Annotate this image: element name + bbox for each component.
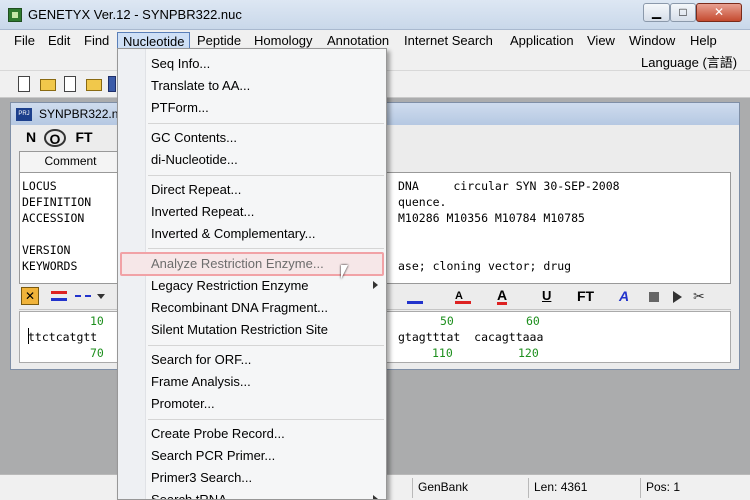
sequence-left: ttctcatgtt	[28, 330, 98, 344]
chevron-down-icon[interactable]	[97, 294, 105, 299]
swap-icon[interactable]	[51, 291, 67, 301]
app-icon	[8, 8, 22, 22]
ruler-label: 110	[432, 346, 453, 360]
text-line-right: DNA circular SYN 30-SEP-2008	[398, 179, 620, 193]
align-icon[interactable]	[407, 290, 423, 304]
menu-item-search-for-orf[interactable]: Search for ORF...	[118, 349, 386, 371]
menu-item-gc-contents[interactable]: GC Contents...	[118, 127, 386, 149]
line-style-icon[interactable]	[75, 295, 91, 299]
feature-icon[interactable]: FT	[577, 288, 594, 304]
menu-separator	[148, 123, 384, 124]
save-icon[interactable]	[108, 76, 116, 92]
ruler-label: 70	[90, 346, 104, 360]
menu-separator	[148, 419, 384, 420]
tab-comment[interactable]: Comment	[19, 151, 122, 172]
text-line-right: quence.	[398, 195, 447, 209]
menu-internet-search[interactable]: Internet Search	[399, 32, 498, 51]
open-recent-icon[interactable]	[86, 79, 102, 91]
new-file-icon[interactable]	[18, 76, 30, 92]
text-line: VERSION	[22, 243, 71, 257]
menu-item-search-pcr-primer[interactable]: Search PCR Primer...	[118, 445, 386, 467]
text-line-right: M10286 M10356 M10784 M10785	[398, 211, 585, 225]
menu-view[interactable]: View	[582, 32, 620, 51]
menu-item-translate-to-aa[interactable]: Translate to AA...	[118, 75, 386, 97]
ruler-label: 10	[90, 314, 104, 328]
open-folder-icon[interactable]	[40, 79, 56, 91]
menu-find[interactable]: Find	[79, 32, 114, 51]
menu-item-silent-mutation[interactable]: Silent Mutation Restriction Site	[118, 319, 386, 341]
ft-view-button[interactable]: FT	[71, 129, 97, 147]
menu-separator	[148, 345, 384, 346]
status-length: Len: 4361	[528, 478, 640, 498]
text-line: ACCESSION	[22, 211, 85, 225]
highlight-color-icon[interactable]: A	[455, 290, 471, 304]
n-view-button[interactable]: N	[21, 129, 41, 147]
menu-item-legacy-restriction-enzyme[interactable]: Legacy Restriction Enzyme	[118, 275, 386, 297]
menu-edit[interactable]: Edit	[43, 32, 75, 51]
menu-item-ptform[interactable]: PTForm...	[118, 97, 386, 119]
menu-item-direct-repeat[interactable]: Direct Repeat...	[118, 179, 386, 201]
document-icon: PRJ	[16, 108, 32, 121]
ruler-label: 50	[440, 314, 454, 328]
text-line: DEFINITION	[22, 195, 92, 209]
menu-help[interactable]: Help	[685, 32, 722, 51]
menu-item-primer3-search[interactable]: Primer3 Search...	[118, 467, 386, 489]
close-pane-icon[interactable]: ✕	[21, 287, 39, 305]
menu-separator	[148, 175, 384, 176]
tools-icon[interactable]: ✂	[693, 288, 705, 305]
sequence-right: gtagtttat cacagttaaa	[398, 330, 544, 344]
menu-item-di-nucleotide[interactable]: di-Nucleotide...	[118, 149, 386, 171]
menu-item-frame-analysis[interactable]: Frame Analysis...	[118, 371, 386, 393]
menu-item-inverted-complementary[interactable]: Inverted & Complementary...	[118, 223, 386, 245]
menu-item-seq-info[interactable]: Seq Info...	[118, 53, 386, 75]
status-position: Pos: 1	[640, 478, 748, 498]
stop-icon[interactable]	[649, 292, 659, 302]
maximize-button[interactable]: □	[670, 3, 696, 22]
menu-item-recombinant-dna-fragment[interactable]: Recombinant DNA Fragment...	[118, 297, 386, 319]
text-line: KEYWORDS	[22, 259, 78, 273]
play-icon[interactable]	[673, 291, 682, 303]
menu-separator	[148, 248, 384, 249]
italic-icon[interactable]: A	[619, 288, 629, 304]
o-view-button[interactable]: O	[44, 129, 66, 147]
language-selector[interactable]: Language (言語)	[641, 52, 737, 71]
menu-item-search-trna[interactable]: Search tRNA	[118, 489, 386, 499]
menu-application[interactable]: Application	[505, 32, 579, 51]
menu-window[interactable]: Window	[624, 32, 680, 51]
minimize-button[interactable]: ▁	[643, 3, 670, 22]
open-file-icon[interactable]	[64, 76, 76, 92]
status-format: GenBank	[412, 478, 528, 498]
underline-icon[interactable]: U	[542, 288, 551, 303]
window-title: GENETYX Ver.12 - SYNPBR322.nuc	[28, 7, 242, 22]
font-color-icon[interactable]: A	[497, 288, 508, 305]
title-bar: GENETYX Ver.12 - SYNPBR322.nuc ▁ □ ✕	[0, 0, 750, 30]
text-line: LOCUS	[22, 179, 57, 193]
menu-item-create-probe-record[interactable]: Create Probe Record...	[118, 423, 386, 445]
ruler-label: 60	[526, 314, 540, 328]
text-line-right: ase; cloning vector; drug	[398, 259, 572, 273]
close-button[interactable]: ✕	[696, 3, 742, 22]
ruler-label: 120	[518, 346, 539, 360]
submenu-arrow-icon	[373, 281, 378, 289]
submenu-arrow-icon	[373, 495, 378, 499]
menu-item-inverted-repeat[interactable]: Inverted Repeat...	[118, 201, 386, 223]
text-cursor	[28, 328, 29, 344]
menu-item-promoter[interactable]: Promoter...	[118, 393, 386, 415]
nucleotide-dropdown-menu: Seq Info... Translate to AA... PTForm...…	[117, 48, 387, 500]
menu-file[interactable]: File	[9, 32, 40, 51]
